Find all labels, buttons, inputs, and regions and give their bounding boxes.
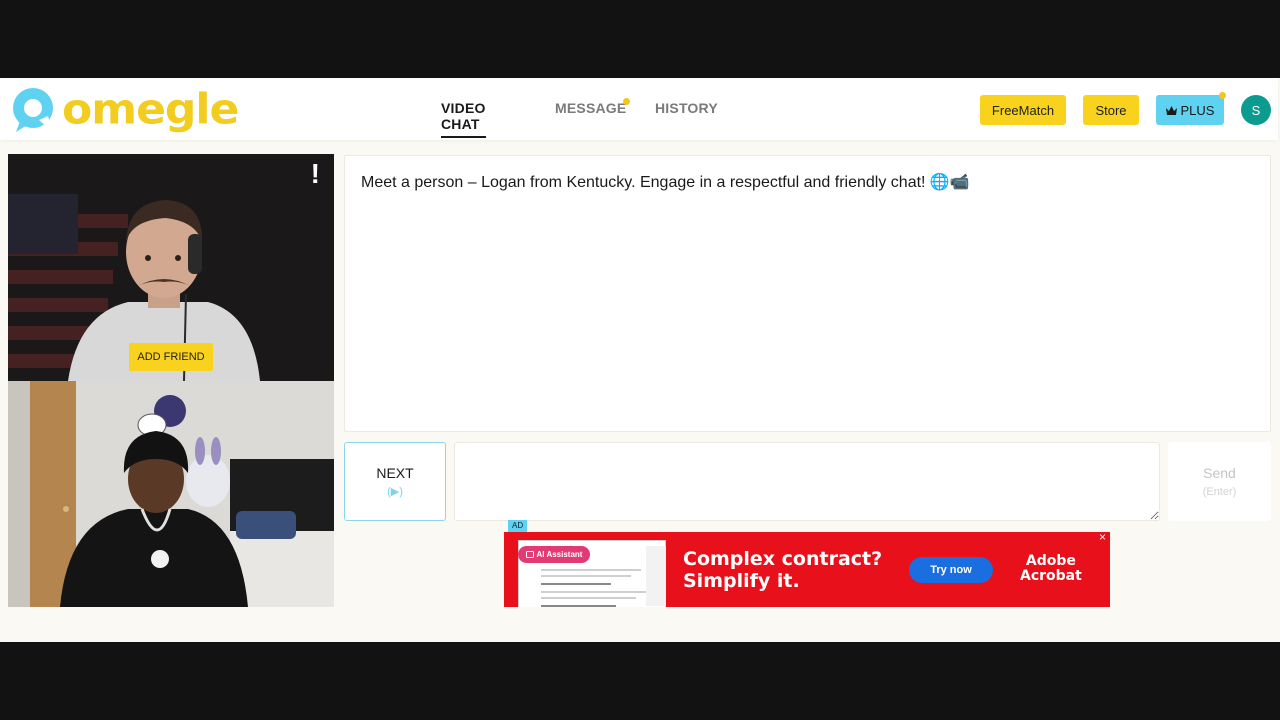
message-notification-dot bbox=[623, 98, 630, 105]
logo[interactable]: omegle bbox=[8, 84, 239, 136]
crown-icon bbox=[1165, 105, 1177, 115]
plus-button[interactable]: PLUS bbox=[1156, 92, 1226, 125]
send-button[interactable]: Send (Enter) bbox=[1168, 442, 1271, 521]
ad-banner[interactable]: AI Assistant Complex contract? Simplify … bbox=[504, 532, 1110, 607]
ai-assistant-icon bbox=[525, 550, 534, 558]
plus-label: PLUS bbox=[1180, 102, 1215, 118]
logo-mark-icon bbox=[8, 86, 58, 134]
ad-ai-label: AI Assistant bbox=[536, 550, 583, 559]
ad-close-icon[interactable]: × bbox=[1099, 532, 1106, 544]
send-shortcut-hint: (Enter) bbox=[1202, 486, 1237, 498]
next-shortcut-hint: (▶) bbox=[387, 486, 403, 498]
plus-notification-dot bbox=[1219, 92, 1226, 99]
report-icon[interactable]: ! bbox=[311, 158, 320, 190]
freematch-button[interactable]: FreeMatch bbox=[980, 95, 1066, 125]
app-window: omegle VIDEO CHAT MESSAGE HISTORY FreeMa… bbox=[0, 78, 1280, 642]
ad-badge: AD bbox=[508, 520, 528, 532]
ad-document-page bbox=[646, 546, 666, 606]
ad-try-now-button[interactable]: Try now bbox=[909, 557, 993, 583]
message-input[interactable] bbox=[454, 442, 1160, 521]
ad-headline-line1: Complex contract? bbox=[683, 548, 883, 570]
next-label: NEXT bbox=[376, 465, 414, 481]
add-friend-button[interactable]: ADD FRIEND bbox=[129, 343, 213, 371]
send-label: Send bbox=[1203, 465, 1236, 481]
letterbox-top bbox=[0, 0, 1280, 78]
self-video-frame bbox=[8, 381, 334, 607]
ad-headline: Complex contract? Simplify it. bbox=[683, 548, 882, 592]
tab-history[interactable]: HISTORY bbox=[655, 100, 725, 116]
ad-brand-line1: Adobe bbox=[1025, 553, 1076, 569]
chat-log: Meet a person – Logan from Kentucky. Eng… bbox=[344, 155, 1271, 432]
tab-message[interactable]: MESSAGE bbox=[555, 98, 635, 116]
avatar[interactable]: S bbox=[1241, 95, 1271, 125]
store-button[interactable]: Store bbox=[1083, 95, 1139, 125]
system-message: Meet a person – Logan from Kentucky. Eng… bbox=[361, 174, 970, 191]
stranger-video: ! ADD FRIEND bbox=[8, 154, 334, 381]
letterbox-bottom bbox=[0, 642, 1280, 720]
ad-brand-logo: Adobe Acrobat bbox=[1020, 554, 1082, 584]
next-button[interactable]: NEXT (▶) bbox=[344, 442, 446, 521]
logo-text: omegle bbox=[62, 85, 239, 134]
tab-video-chat[interactable]: VIDEO CHAT bbox=[441, 100, 486, 138]
ad-headline-line2: Simplify it. bbox=[683, 570, 800, 592]
tab-message-label: MESSAGE bbox=[555, 100, 627, 116]
ad-brand-line2: Acrobat bbox=[1020, 568, 1082, 584]
header: omegle VIDEO CHAT MESSAGE HISTORY FreeMa… bbox=[0, 78, 1278, 140]
ad-ai-assistant-pill: AI Assistant bbox=[518, 546, 590, 563]
self-video bbox=[8, 381, 334, 607]
